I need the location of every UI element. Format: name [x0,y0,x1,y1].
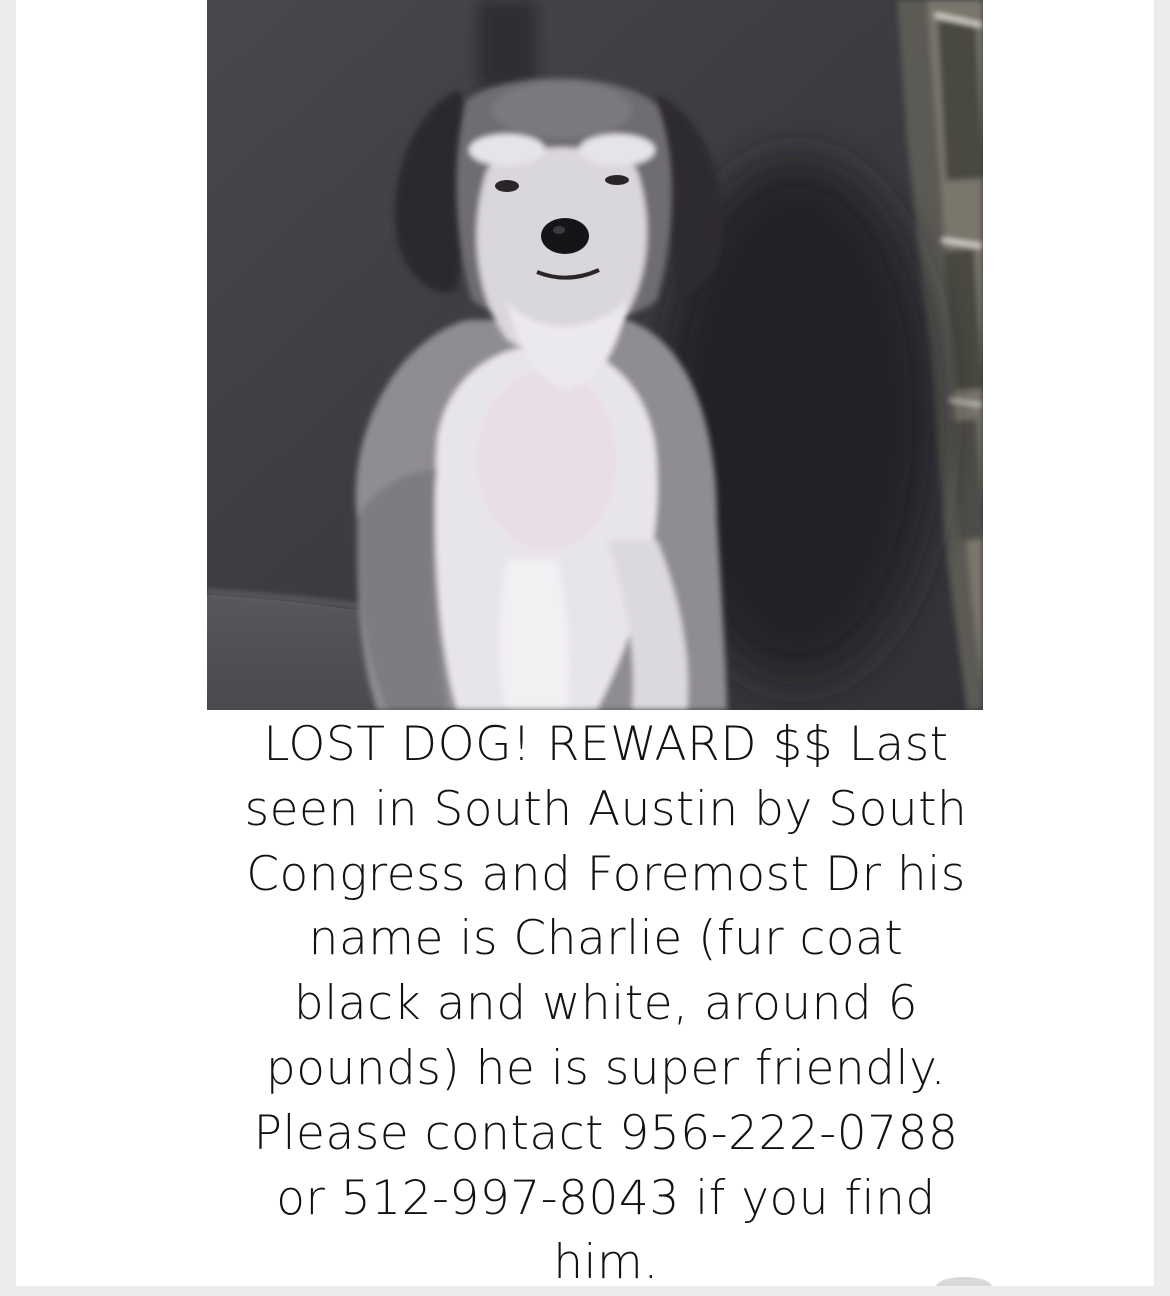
description-line: LOST DOG! REWARD $$ Last [263,717,949,772]
description-line: name is Charlie (fur coat [308,911,904,967]
post-description: LOST DOG! REWARD $$ Last seen in South A… [206,713,1006,1296]
dog-photo[interactable] [207,0,983,710]
phone-line: or 512-997-8043 if you find [276,1170,936,1226]
description-line: black and white, around 6 [293,976,919,1032]
description-line: seen in South Austin by South [244,781,968,837]
description-line: pounds) he is super friendly. [265,1040,947,1096]
description-line: Congress and Foremost Dr his [246,846,966,902]
post-card: LOST DOG! REWARD $$ Last seen in South A… [16,0,1154,1290]
description-line: him. [553,1235,659,1291]
phone-line: Please contact 956-222-0788 [253,1105,959,1161]
watermark-icon [934,1272,994,1286]
